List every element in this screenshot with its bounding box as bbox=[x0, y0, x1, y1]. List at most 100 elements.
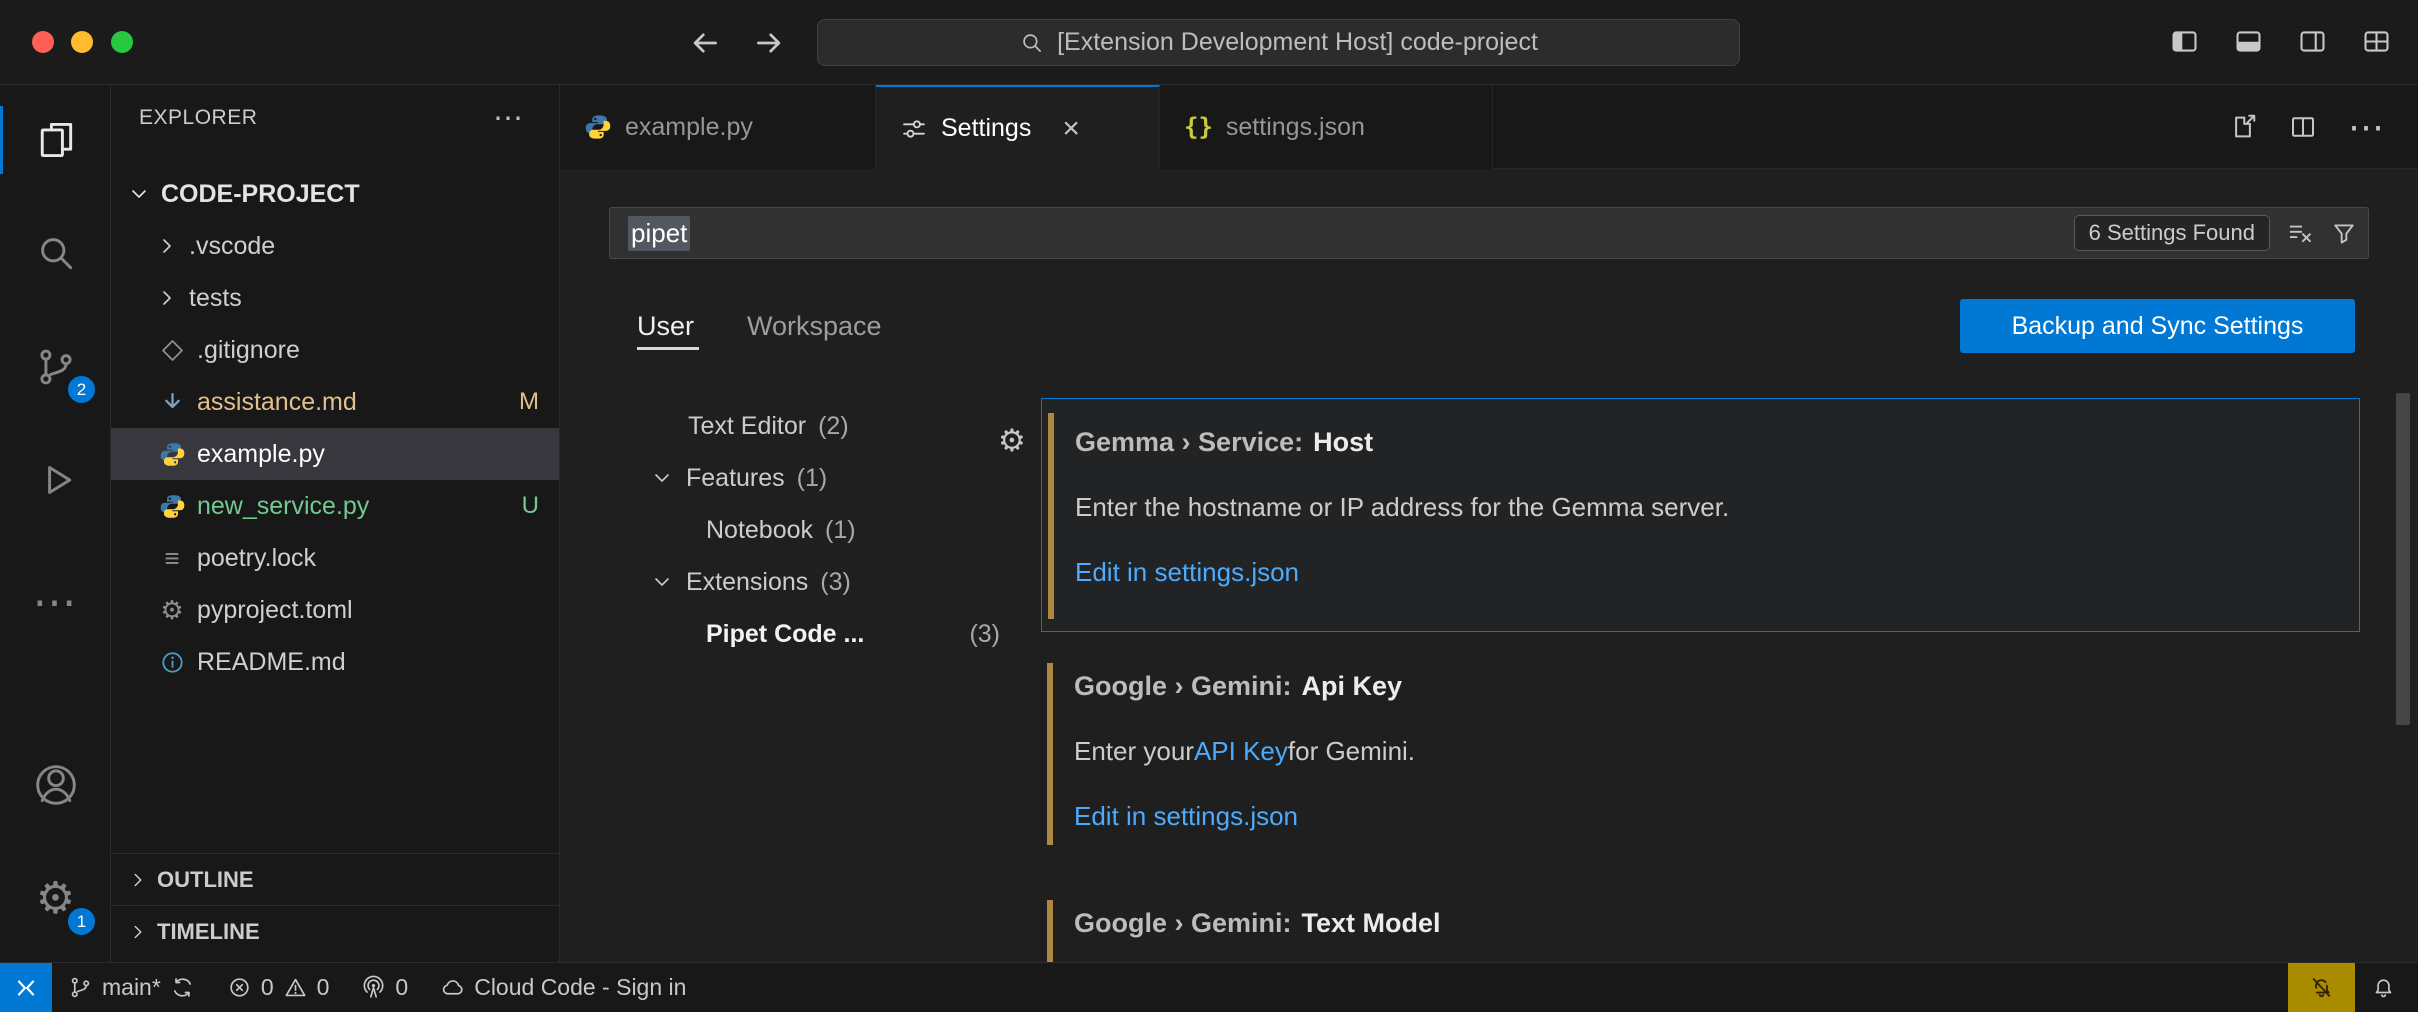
python-icon bbox=[584, 113, 612, 141]
tab-bar: example.py Settings × {} settings.json bbox=[560, 85, 2418, 169]
back-icon[interactable] bbox=[688, 26, 722, 60]
minimize-window-button[interactable] bbox=[71, 31, 93, 53]
settings-found-badge: 6 Settings Found bbox=[2074, 215, 2270, 251]
settings-search-input[interactable]: pipet 6 Settings Found bbox=[609, 207, 2369, 259]
tree-file-gitignore[interactable]: .gitignore bbox=[111, 324, 559, 376]
tree-file-example-py[interactable]: example.py bbox=[111, 428, 559, 480]
source-control-badge: 2 bbox=[66, 374, 97, 405]
info-icon bbox=[157, 649, 187, 676]
edit-in-settings-json-link[interactable]: Edit in settings.json bbox=[1075, 557, 1299, 588]
git-file-icon bbox=[157, 337, 187, 364]
tree-folder-vscode[interactable]: .vscode bbox=[111, 220, 559, 272]
editor-actions: ⋯ bbox=[2228, 85, 2384, 169]
scrollbar[interactable] bbox=[2396, 393, 2410, 725]
problems-status[interactable]: 0 0 bbox=[211, 963, 346, 1012]
close-window-button[interactable] bbox=[32, 31, 54, 53]
filter-icon[interactable] bbox=[2330, 219, 2358, 247]
activity-more[interactable]: ⋯ bbox=[0, 561, 111, 645]
more-actions-icon[interactable]: ⋯ bbox=[493, 101, 523, 136]
activity-settings[interactable]: ⚙ 1 bbox=[0, 857, 111, 941]
toc-extensions[interactable]: Extensions (3) bbox=[650, 556, 1000, 608]
broadcast-status[interactable]: 0 bbox=[345, 963, 424, 1012]
command-center[interactable]: [Extension Development Host] code-projec… bbox=[817, 19, 1740, 66]
edit-in-settings-json-link[interactable]: Edit in settings.json bbox=[1074, 801, 1298, 832]
clear-search-icon[interactable] bbox=[2286, 219, 2314, 247]
branch-status[interactable]: main* bbox=[52, 963, 211, 1012]
activity-source-control[interactable]: 2 bbox=[0, 325, 111, 409]
command-center-title: [Extension Development Host] code-projec… bbox=[1057, 28, 1538, 57]
sidebar-header: EXPLORER ⋯ bbox=[111, 85, 559, 151]
account-icon bbox=[34, 763, 78, 807]
search-icon bbox=[34, 231, 78, 275]
tree-file-pyproject-toml[interactable]: ⚙ pyproject.toml bbox=[111, 584, 559, 636]
tab-example-py[interactable]: example.py bbox=[560, 85, 876, 169]
notifications-muted-status[interactable] bbox=[2288, 963, 2355, 1012]
setting-gemma-service-host[interactable]: Gemma › Service: Host Enter the hostname… bbox=[1041, 398, 2360, 632]
outline-section[interactable]: OUTLINE bbox=[111, 853, 559, 905]
tab-settings-json[interactable]: {} settings.json bbox=[1160, 85, 1493, 169]
modified-indicator bbox=[1047, 900, 1053, 962]
notifications-bell[interactable] bbox=[2355, 963, 2412, 1012]
setting-actions-gear-icon[interactable]: ⚙ bbox=[998, 423, 1026, 459]
ellipsis-icon: ⋯ bbox=[33, 581, 79, 625]
remote-indicator[interactable] bbox=[0, 963, 52, 1012]
toggle-panel-icon[interactable] bbox=[2233, 26, 2264, 57]
warning-icon bbox=[283, 975, 308, 1000]
cloud-icon bbox=[440, 975, 465, 1000]
activity-run-debug[interactable] bbox=[0, 438, 111, 522]
chevron-right-icon bbox=[127, 921, 149, 943]
tree-file-new-service-py[interactable]: new_service.py U bbox=[111, 480, 559, 532]
cloud-code-status[interactable]: Cloud Code - Sign in bbox=[424, 963, 702, 1012]
sync-icon bbox=[170, 975, 195, 1000]
tree-file-readme-md[interactable]: README.md bbox=[111, 636, 559, 688]
forward-icon[interactable] bbox=[752, 26, 786, 60]
toml-gear-icon: ⚙ bbox=[157, 597, 187, 623]
tree-folder-tests[interactable]: tests bbox=[111, 272, 559, 324]
git-modified-badge: M bbox=[519, 388, 539, 416]
setting-google-gemini-api-key[interactable]: Google › Gemini: Api Key Enter your API … bbox=[1041, 643, 2360, 877]
chevron-down-icon bbox=[650, 570, 674, 594]
activity-accounts[interactable] bbox=[0, 743, 111, 827]
sidebar-title: EXPLORER bbox=[139, 106, 257, 130]
chevron-down-icon bbox=[127, 182, 151, 206]
toggle-secondary-sidebar-icon[interactable] bbox=[2297, 26, 2328, 57]
scope-tab-workspace[interactable]: Workspace bbox=[747, 299, 882, 353]
activity-explorer[interactable] bbox=[0, 98, 111, 182]
toc-pipet-code[interactable]: Pipet Code ... (3) bbox=[650, 608, 1000, 660]
toc-notebook[interactable]: Notebook (1) bbox=[650, 504, 1000, 556]
explorer-sidebar: EXPLORER ⋯ CODE-PROJECT .vscode tests .g… bbox=[111, 85, 560, 962]
tree-file-assistance-md[interactable]: assistance.md M bbox=[111, 376, 559, 428]
timeline-section[interactable]: TIMELINE bbox=[111, 905, 559, 957]
bell-slash-icon bbox=[2309, 975, 2334, 1000]
tree-root-code-project[interactable]: CODE-PROJECT bbox=[111, 168, 559, 220]
tree-file-poetry-lock[interactable]: ≡ poetry.lock bbox=[111, 532, 559, 584]
search-icon bbox=[1019, 30, 1045, 56]
json-braces-icon: {} bbox=[1184, 113, 1213, 141]
error-icon bbox=[227, 975, 252, 1000]
radio-tower-icon bbox=[361, 975, 386, 1000]
setting-google-gemini-text-model[interactable]: Google › Gemini: Text Model bbox=[1041, 880, 2360, 962]
backup-sync-settings-button[interactable]: Backup and Sync Settings bbox=[1960, 299, 2355, 353]
api-key-link[interactable]: API Key bbox=[1194, 736, 1288, 767]
more-actions-icon[interactable]: ⋯ bbox=[2348, 109, 2384, 145]
markdown-file-icon bbox=[157, 389, 187, 416]
chevron-right-icon bbox=[155, 234, 179, 258]
modified-indicator bbox=[1048, 413, 1054, 619]
customize-layout-icon[interactable] bbox=[2361, 26, 2392, 57]
open-settings-json-icon[interactable] bbox=[2228, 112, 2258, 142]
split-editor-icon[interactable] bbox=[2288, 112, 2318, 142]
toc-text-editor[interactable]: Text Editor (2) bbox=[650, 400, 1000, 452]
status-bar: main* 0 0 bbox=[0, 962, 2418, 1012]
toggle-primary-sidebar-icon[interactable] bbox=[2169, 26, 2200, 57]
close-icon[interactable]: × bbox=[1062, 112, 1080, 146]
settings-search-controls: 6 Settings Found bbox=[2074, 208, 2358, 258]
toc-features[interactable]: Features (1) bbox=[650, 452, 1000, 504]
scope-tab-user[interactable]: User bbox=[637, 299, 694, 353]
zoom-window-button[interactable] bbox=[111, 31, 133, 53]
tab-settings[interactable]: Settings × bbox=[876, 85, 1160, 170]
activity-search[interactable] bbox=[0, 211, 111, 295]
git-branch-icon bbox=[68, 975, 93, 1000]
git-untracked-badge: U bbox=[522, 492, 539, 520]
python-file-icon bbox=[157, 441, 187, 468]
tune-sliders-icon bbox=[900, 115, 928, 143]
